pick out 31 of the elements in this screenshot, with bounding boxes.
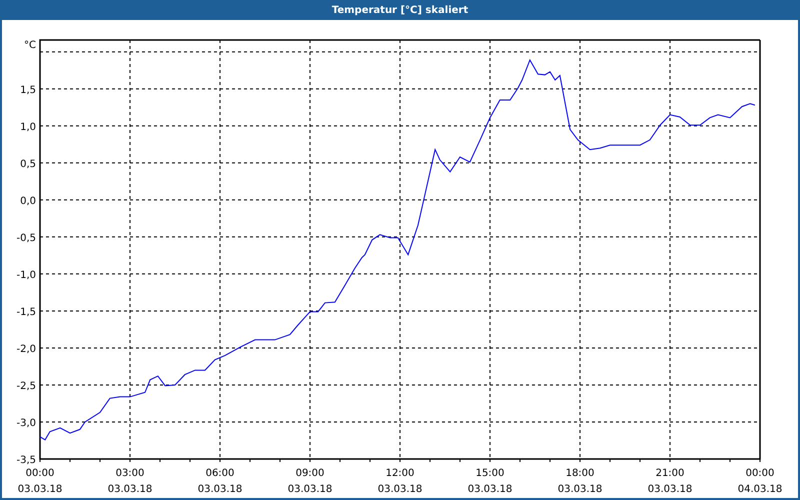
y-axis-label: 0,5 [20,158,36,170]
x-axis-time-label: 00:00 [746,468,774,479]
x-axis-time-label: 12:00 [386,468,414,479]
y-axis-label: 1,0 [20,122,36,133]
x-axis-time-label: 21:00 [656,468,684,479]
x-axis-time-label: 18:00 [566,468,594,479]
y-axis-label: 1,5 [20,84,36,96]
window-title: Temperatur [°C] skaliert [0,0,800,20]
x-axis-time-label: 15:00 [476,468,504,479]
y-axis-label: -2,0 [16,344,36,355]
x-axis-date-label: 03.03.18 [108,484,152,495]
y-axis-label: -0,5 [16,232,36,244]
x-axis-date-label: 04.03.18 [738,484,782,495]
y-axis-label: -1,5 [16,306,36,318]
x-axis-time-label: 03:00 [116,468,144,479]
x-axis-date-label: 03.03.18 [288,484,332,495]
x-axis-date-label: 03.03.18 [198,484,242,495]
x-axis-date-label: 03.03.18 [18,484,62,495]
y-axis-label: -3,5 [16,455,36,466]
y-axis-label: -3,0 [16,418,36,429]
axis-unit: °C [24,40,36,51]
x-axis-date-label: 03.03.18 [378,484,422,495]
y-axis-label: -1,0 [16,270,36,281]
x-axis-time-label: 09:00 [296,468,324,479]
x-axis-time-label: 06:00 [206,468,234,479]
x-axis-date-label: 03.03.18 [558,484,602,495]
x-axis-time-label: 00:00 [26,468,54,479]
y-axis-label: 0,0 [20,196,36,207]
x-axis-date-label: 03.03.18 [648,484,692,495]
x-axis-date-label: 03.03.18 [468,484,512,495]
y-axis-label: -2,5 [16,380,36,392]
